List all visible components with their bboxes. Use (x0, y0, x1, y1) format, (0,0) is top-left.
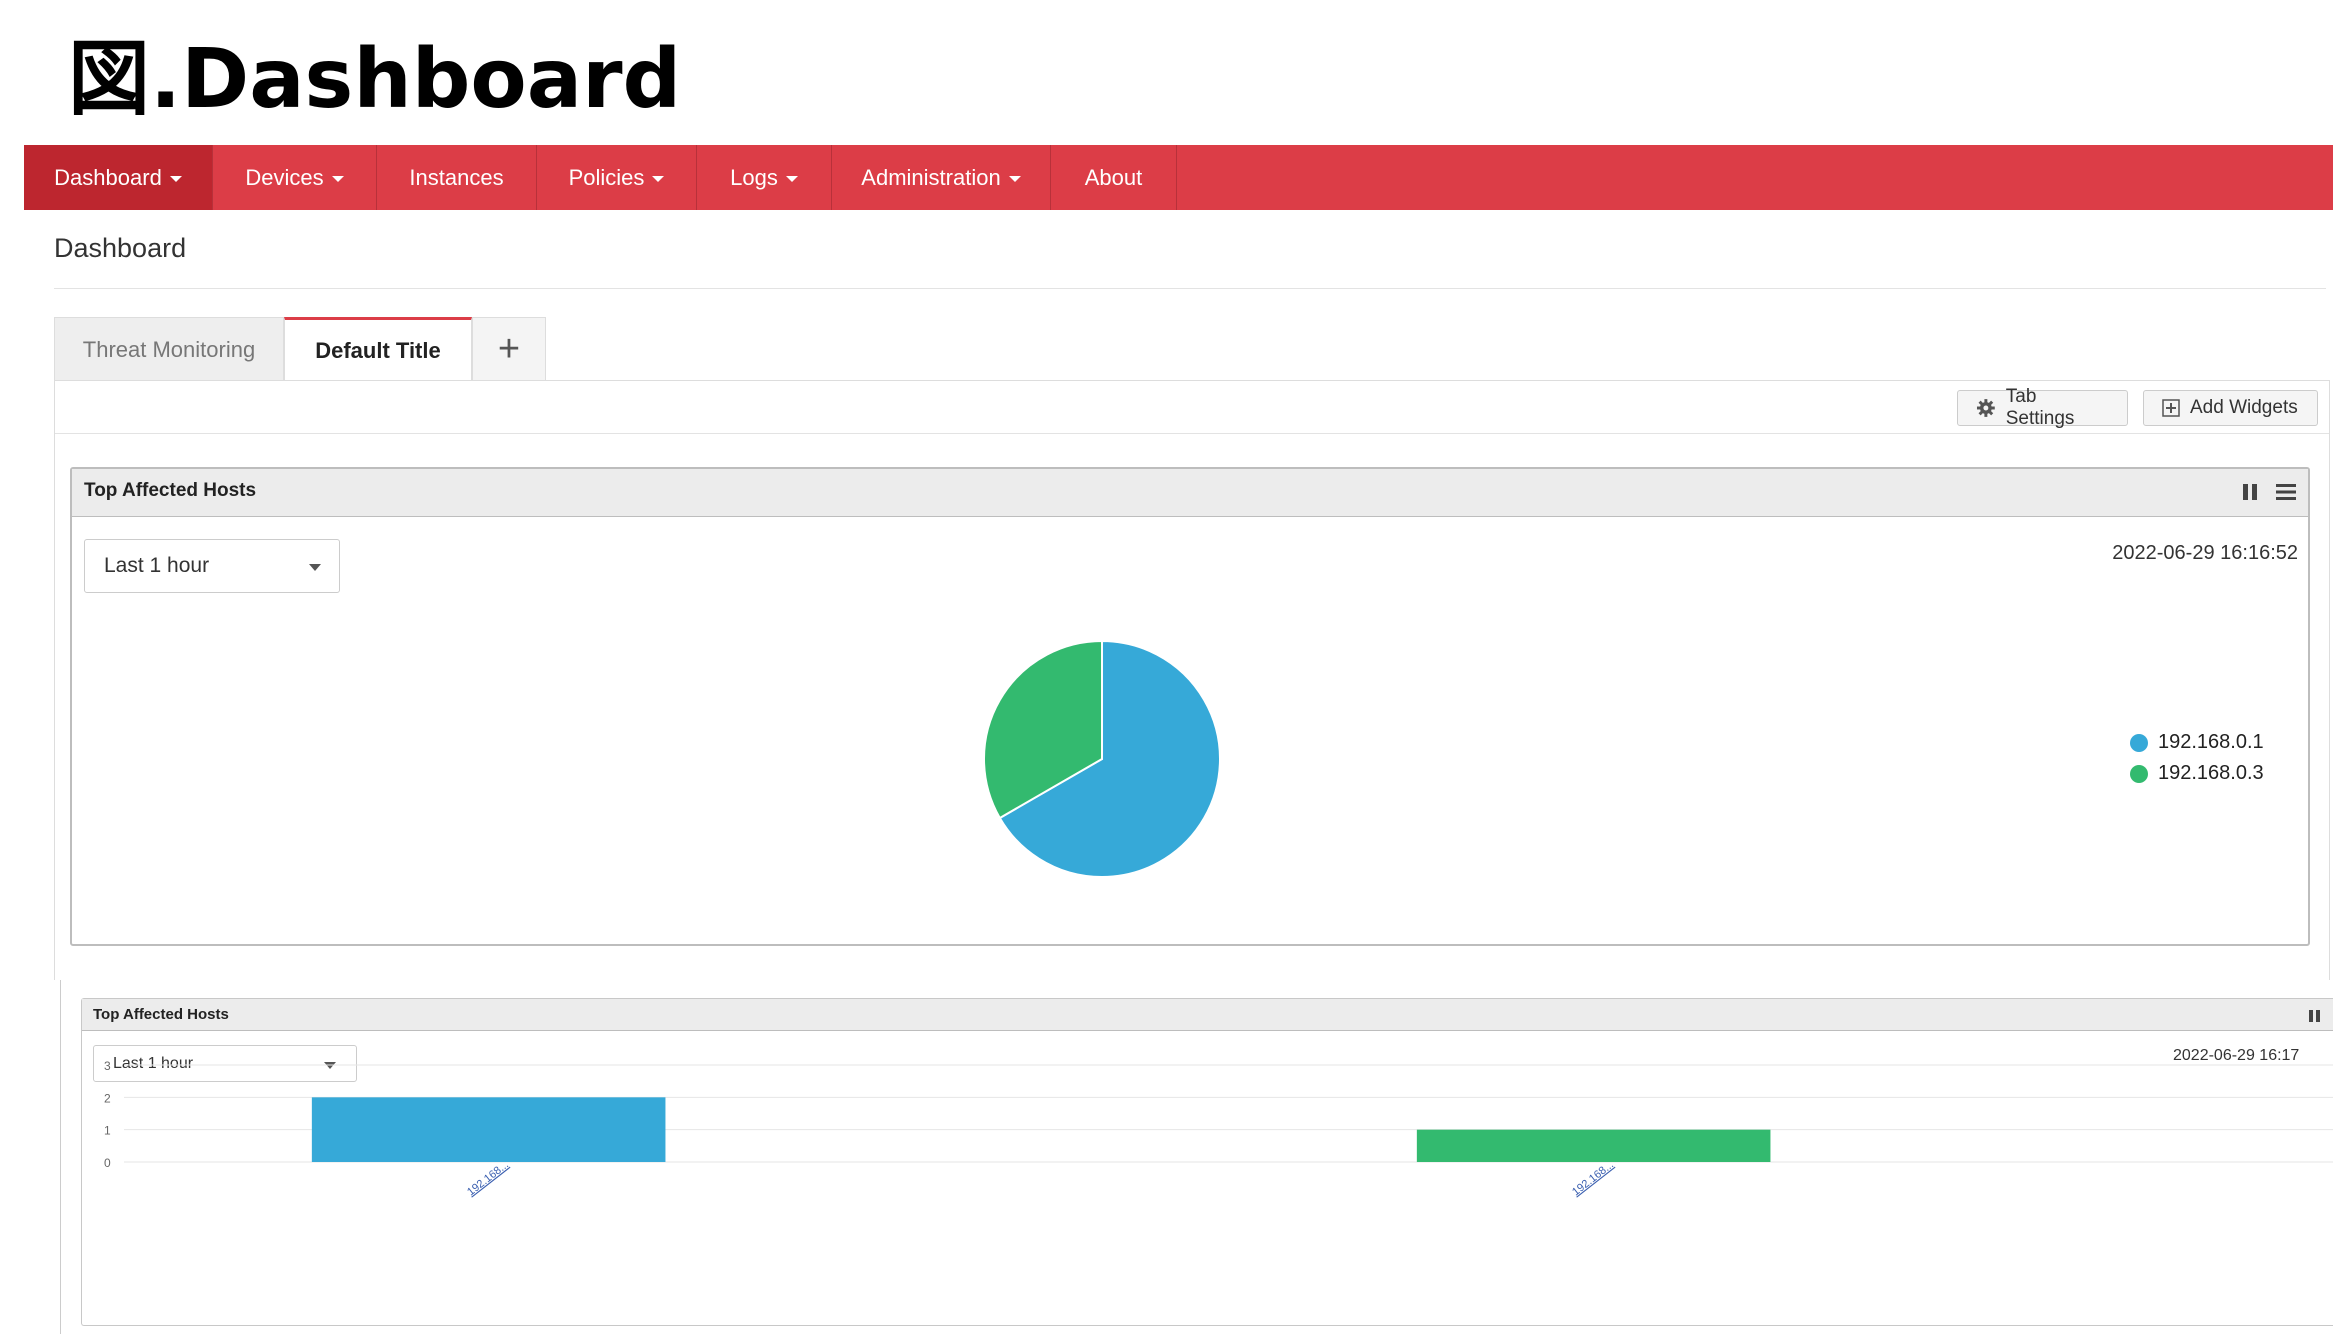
legend-item: 192.168.0.1 (2130, 731, 2264, 754)
tab-settings-button[interactable]: Tab Settings (1957, 386, 2128, 429)
tab-threat-monitoring-label: Threat Monitoring (82, 336, 256, 362)
caret-down-icon (1008, 176, 1021, 182)
nav-policies[interactable]: Policies (537, 145, 697, 210)
nav-about[interactable]: About (1051, 145, 1177, 210)
nav-about-label: About (1084, 164, 1143, 190)
nav-administration-label: Administration (861, 164, 1001, 190)
plus-square-icon (2162, 399, 2180, 417)
dashboard-tabs: Threat Monitoring Default Title + (54, 317, 546, 382)
x-tick-label[interactable]: 192.168... (465, 1159, 511, 1199)
widget-top-affected-hosts-bar: Top Affected Hosts Last 1 hour 2022-06-2… (81, 998, 2333, 1326)
page-title: Dashboard (54, 233, 187, 263)
add-widgets-button[interactable]: Add Widgets (2143, 390, 2318, 426)
main-navbar: Dashboard Devices Instances Policies Log… (24, 145, 2333, 210)
tab-default-title-label: Default Title (315, 337, 441, 363)
caret-down-icon (785, 176, 798, 182)
time-range-select[interactable]: Last 1 hour (84, 539, 340, 593)
widget-header: Top Affected Hosts (72, 469, 2308, 517)
y-tick-label: 0 (104, 1156, 111, 1170)
bar (1416, 1129, 1771, 1162)
plus-icon: + (497, 328, 521, 370)
menu-icon[interactable] (2276, 483, 2296, 501)
y-tick-label: 3 (104, 1059, 111, 1073)
widget-top-affected-hosts-pie: Top Affected Hosts Last 1 hour 2022-06-2… (70, 467, 2310, 946)
add-tab-button[interactable]: + (472, 317, 546, 381)
nav-devices[interactable]: Devices (213, 145, 377, 210)
divider (60, 980, 61, 1334)
bar (311, 1097, 666, 1162)
gear-icon (1976, 399, 1995, 417)
nav-dashboard-label: Dashboard (54, 164, 162, 190)
caret-down-icon (331, 176, 344, 182)
nav-dashboard[interactable]: Dashboard (24, 145, 213, 210)
nav-policies-label: Policies (568, 164, 645, 190)
bar-chart: 0 1 2 3 192.168... 192.168... (104, 1059, 2333, 1199)
y-tick-label: 2 (104, 1091, 111, 1105)
legend-swatch (2130, 733, 2148, 752)
document-title: 図.Dashboard (68, 32, 682, 127)
add-widgets-label: Add Widgets (2190, 397, 2298, 418)
caret-down-icon (652, 176, 665, 182)
widget-title: Top Affected Hosts (84, 480, 257, 501)
time-range-value: Last 1 hour (104, 554, 210, 577)
y-tick-label: 1 (104, 1124, 111, 1138)
caret-down-icon (169, 176, 182, 182)
nav-administration[interactable]: Administration (832, 145, 1051, 210)
nav-instances[interactable]: Instances (377, 145, 537, 210)
chevron-down-icon (309, 564, 321, 571)
divider (55, 433, 2329, 434)
legend-item: 192.168.0.3 (2130, 762, 2264, 785)
pause-icon[interactable] (2242, 483, 2258, 501)
pie-chart (983, 639, 1221, 878)
legend-label: 192.168.0.3 (2158, 762, 2264, 784)
widget-timestamp: 2022-06-29 16:16:52 (2112, 542, 2298, 564)
tab-default-title[interactable]: Default Title (284, 317, 472, 381)
legend-swatch (2130, 764, 2148, 783)
nav-logs[interactable]: Logs (697, 145, 832, 210)
nav-logs-label: Logs (730, 164, 778, 190)
x-tick-label[interactable]: 192.168... (1570, 1159, 1616, 1199)
nav-instances-label: Instances (409, 164, 504, 190)
divider (54, 288, 2326, 289)
tab-threat-monitoring[interactable]: Threat Monitoring (54, 317, 284, 381)
nav-devices-label: Devices (245, 164, 324, 190)
legend-label: 192.168.0.1 (2158, 731, 2264, 753)
tab-settings-label: Tab Settings (2005, 386, 2075, 429)
